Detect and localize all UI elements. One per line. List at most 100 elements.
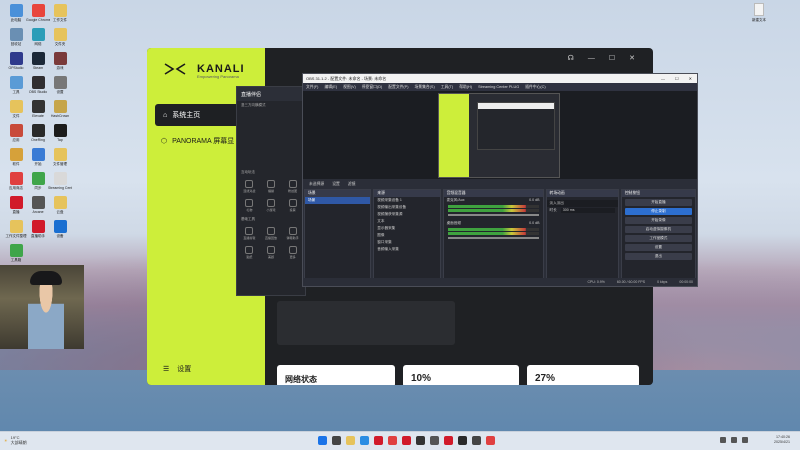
taskbar-app-icon[interactable] xyxy=(388,436,397,445)
taskbar-app-icon[interactable] xyxy=(332,436,341,445)
close-icon[interactable]: ✕ xyxy=(689,76,692,81)
close-icon[interactable]: ✕ xyxy=(629,54,635,62)
tool-button[interactable]: 弹幕助手 xyxy=(283,227,302,240)
menu-item[interactable]: 编辑(E) xyxy=(324,85,337,90)
desktop-file-icon[interactable]: 新建文本 xyxy=(748,3,770,23)
obs-tab[interactable]: 设置 xyxy=(332,182,340,187)
source-item[interactable]: 窗口采集 xyxy=(374,239,439,246)
desktop-icon[interactable]: 此电脑 xyxy=(4,4,28,22)
taskbar-app-icon[interactable] xyxy=(346,436,355,445)
taskbar-app-icon[interactable] xyxy=(486,436,495,445)
menu-item[interactable]: Streaming Center PLUG xyxy=(478,85,519,89)
obs-window[interactable]: OBS 31.1.2 - 配置文件: 未命名 - 场景: 未命名 — ☐ ✕ 文… xyxy=(302,73,698,287)
taskbar-app-icon[interactable] xyxy=(472,436,481,445)
desktop-icon[interactable]: 应用商店 xyxy=(4,172,28,190)
desktop-icon[interactable]: 工具 xyxy=(4,76,28,94)
maximize-icon[interactable]: ☐ xyxy=(675,76,679,81)
desktop-icon[interactable]: Elevate xyxy=(26,100,50,118)
obs-tab[interactable]: 未选择源 xyxy=(309,182,324,187)
desktop-icon[interactable]: 设置 xyxy=(48,76,72,94)
tool-button[interactable]: 连线对战 xyxy=(240,180,259,193)
weather-widget[interactable]: ☀ 19°C 大部晴朗 xyxy=(4,435,27,445)
clock[interactable]: 17:40:26 2025/4/21 xyxy=(774,435,790,445)
desktop-icon[interactable]: OneRing xyxy=(26,124,50,142)
menu-item[interactable]: 帮助(H) xyxy=(459,85,472,90)
tool-button[interactable]: 更多 xyxy=(283,246,302,259)
source-item[interactable]: 视频捕获采集源 xyxy=(374,211,439,218)
menu-item[interactable]: 场景集合(S) xyxy=(414,85,434,90)
source-item[interactable]: 显示器采集 xyxy=(374,225,439,232)
menu-item[interactable]: 视图(V) xyxy=(343,85,356,90)
minimize-icon[interactable]: — xyxy=(588,55,595,62)
desktop-icon[interactable]: 网络 xyxy=(26,28,50,46)
desktop-icon[interactable]: Arcane xyxy=(26,196,50,214)
desktop-icon[interactable]: 直播 xyxy=(4,196,28,214)
control-button[interactable]: 启动虚拟摄像机 xyxy=(624,226,692,233)
mode-selector[interactable]: 竖三方向横模式 xyxy=(237,101,305,110)
desktop-icon[interactable]: 文件管理 xyxy=(48,148,72,166)
minimize-icon[interactable]: — xyxy=(661,76,665,81)
taskbar-app-icon[interactable] xyxy=(430,436,439,445)
taskbar-app-icon[interactable] xyxy=(360,436,369,445)
headset-icon[interactable]: ☊ xyxy=(568,54,574,62)
control-button[interactable]: 停止录制 xyxy=(624,208,692,215)
source-item[interactable]: 文本 xyxy=(374,218,439,225)
desktop-icon[interactable]: 文件 xyxy=(4,100,28,118)
desktop-icon[interactable]: 同步 xyxy=(26,172,50,190)
obs-tab[interactable]: 滤镜 xyxy=(348,182,356,187)
sidebar-item-settings[interactable]: ☰ 设置 xyxy=(163,364,191,374)
desktop-icon[interactable]: 直播助手 xyxy=(26,220,50,238)
taskbar-app-icon[interactable] xyxy=(318,436,327,445)
desktop-icon[interactable]: Streaming Center xyxy=(48,172,72,190)
taskbar-app-icon[interactable] xyxy=(374,436,383,445)
desktop-icon[interactable]: 设备 xyxy=(48,220,72,238)
desktop-icon[interactable]: Steam xyxy=(26,52,50,70)
desktop-icon[interactable]: 工具箱 xyxy=(4,244,28,262)
desktop-icon[interactable]: HashCrown xyxy=(48,100,72,118)
menu-item[interactable]: 停靠窗口(D) xyxy=(362,85,382,90)
desktop-icon[interactable]: 开始 xyxy=(26,148,50,166)
source-item[interactable]: 视频采集设备 1 xyxy=(374,197,439,204)
control-button[interactable]: 退出 xyxy=(624,253,692,260)
taskbar-app-icon[interactable] xyxy=(416,436,425,445)
menu-item[interactable]: 工具(T) xyxy=(441,85,453,90)
desktop-icon[interactable]: 工作文件 xyxy=(48,4,72,22)
volume-slider[interactable] xyxy=(447,214,539,216)
source-item[interactable]: 音频输入采集 xyxy=(374,246,439,253)
scene-item[interactable]: 场景 xyxy=(305,197,371,204)
control-button[interactable]: 工作室模式 xyxy=(624,235,692,242)
desktop-icon[interactable]: Tap xyxy=(48,124,72,142)
volume-icon[interactable] xyxy=(742,437,748,443)
desktop-icon[interactable]: 应用 xyxy=(4,124,28,142)
taskbar-app-icon[interactable] xyxy=(444,436,453,445)
tool-button[interactable]: 美颜 xyxy=(262,246,281,259)
desktop-icon[interactable]: 工作文件整理 xyxy=(4,220,28,238)
chevron-up-icon[interactable] xyxy=(720,437,726,443)
tool-button[interactable]: 福袋 xyxy=(262,180,281,193)
control-button[interactable]: 开始直播 xyxy=(624,199,692,206)
menu-item[interactable]: 插件中心(C) xyxy=(525,85,545,90)
wifi-icon[interactable] xyxy=(731,437,737,443)
duration-input[interactable]: 300 ms xyxy=(560,208,615,213)
desktop-icon[interactable]: OPStudio xyxy=(4,52,28,70)
maximize-icon[interactable]: ☐ xyxy=(609,54,615,62)
taskbar-app-icon[interactable] xyxy=(402,436,411,445)
desktop-icon[interactable]: Google Chrome xyxy=(26,4,50,22)
tool-button[interactable]: 小游戏 xyxy=(262,199,281,212)
obs-preview[interactable] xyxy=(303,91,697,179)
volume-slider[interactable] xyxy=(447,237,539,239)
taskbar-app-icon[interactable] xyxy=(458,436,467,445)
desktop-icon[interactable]: 云盘 xyxy=(48,196,72,214)
source-item[interactable]: 图像 xyxy=(374,232,439,239)
sidebar-item-panorama[interactable]: ⬡ PANORAMA 屏幕显 xyxy=(161,136,234,146)
tool-button[interactable]: 粉丝团 xyxy=(283,180,302,193)
desktop-icon[interactable]: 软件 xyxy=(4,148,28,166)
tool-button[interactable]: 直播回放 xyxy=(262,227,281,240)
source-item[interactable]: 视频输出采集设备 xyxy=(374,204,439,211)
tool-button[interactable]: 贴纸 xyxy=(240,246,259,259)
tool-button[interactable]: 礼物 xyxy=(240,199,259,212)
desktop-icon[interactable]: OBS Studio xyxy=(26,76,50,94)
desktop-icon[interactable]: 文件夹 xyxy=(48,28,72,46)
desktop-icon[interactable]: 回收站 xyxy=(4,28,28,46)
control-button[interactable]: 设置 xyxy=(624,244,692,251)
